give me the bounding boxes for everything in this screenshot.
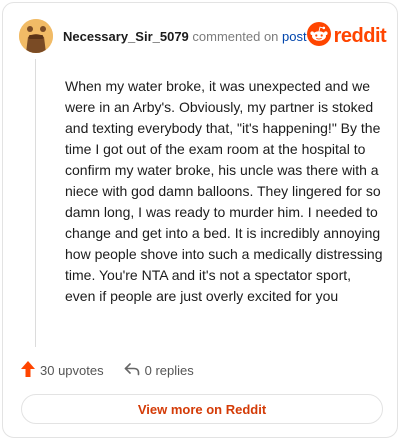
upvote-arrow-icon: [21, 361, 35, 380]
post-link[interactable]: post: [282, 29, 307, 44]
upvote-count: 30 upvotes: [40, 363, 104, 378]
reddit-brand[interactable]: reddit: [306, 21, 387, 51]
view-more-on-reddit-button[interactable]: View more on Reddit: [21, 394, 383, 424]
reddit-comment-embed: Necessary_Sir_5079 commented on post red…: [2, 2, 398, 438]
commented-on-text: commented on: [192, 28, 279, 44]
user-avatar[interactable]: [19, 19, 53, 53]
reply-arrow-icon: [124, 362, 140, 379]
comment-actions: 30 upvotes 0 replies: [21, 361, 194, 380]
reply-count: 0 replies: [144, 363, 194, 378]
thread-line: [35, 59, 36, 347]
reddit-logo-icon: [306, 21, 331, 51]
replies-button[interactable]: 0 replies: [124, 362, 194, 379]
upvote-button[interactable]: 30 upvotes: [21, 361, 104, 380]
byline: Necessary_Sir_5079 commented on post: [63, 29, 307, 44]
reddit-wordmark: reddit: [333, 24, 387, 47]
comment-body: When my water broke, it was unexpected a…: [65, 78, 383, 304]
comment-header: Necessary_Sir_5079 commented on post red…: [19, 19, 387, 53]
username[interactable]: Necessary_Sir_5079: [63, 29, 189, 44]
avatar-image: [19, 19, 53, 53]
